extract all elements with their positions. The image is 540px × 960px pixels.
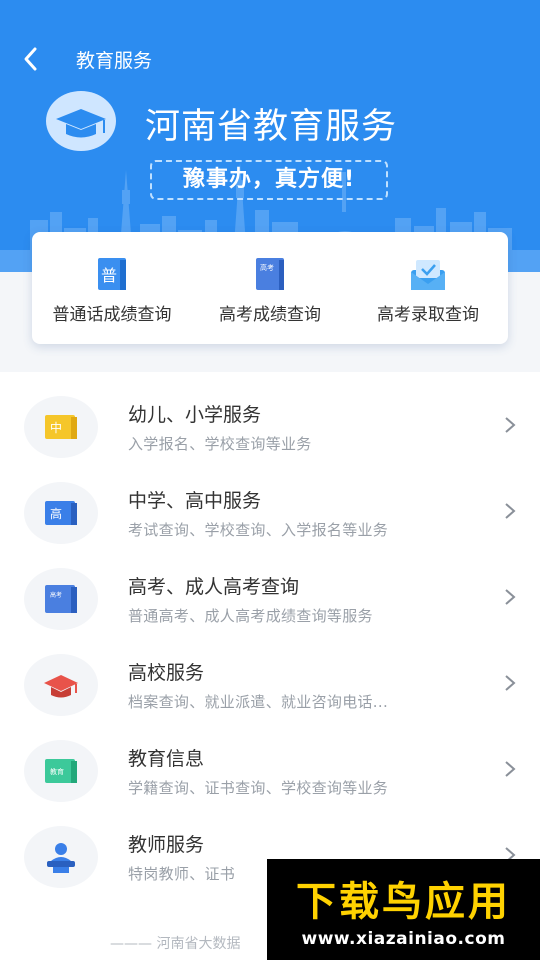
service-item-secondary[interactable]: 高 中学、高中服务 考试查询、学校查询、入学报名等业务 bbox=[0, 470, 540, 556]
watermark-overlay: 下载鸟应用 www.xiazainiao.com bbox=[267, 859, 540, 960]
service-title: 高考、成人高考查询 bbox=[128, 576, 300, 598]
chevron-right-icon bbox=[505, 761, 516, 777]
gaokao-glyph: 高考 bbox=[50, 591, 62, 599]
back-arrow-icon[interactable] bbox=[18, 44, 44, 74]
nav-title: 教育服务 bbox=[76, 50, 153, 72]
teacher-lectern-icon bbox=[47, 843, 75, 873]
service-title: 幼儿、小学服务 bbox=[128, 404, 262, 426]
education-logo bbox=[46, 91, 116, 151]
service-subtitle: 入学报名、学校查询等业务 bbox=[128, 435, 312, 453]
quick-actions-card: 普 普通话成绩查询 高考 高考成绩查询 高考录取查询 bbox=[32, 232, 508, 344]
service-subtitle: 考试查询、学校查询、入学报名等业务 bbox=[128, 521, 389, 539]
chevron-right-icon bbox=[505, 417, 516, 433]
slogan-badge: 豫事办，真方便! bbox=[150, 160, 388, 200]
service-subtitle: 档案查询、就业派遣、就业咨询电话... bbox=[128, 693, 389, 711]
footer-note: ——— 河南省大数据 bbox=[110, 936, 241, 952]
chevron-right-icon bbox=[505, 675, 516, 691]
service-subtitle: 学籍查询、证书查询、学校查询等业务 bbox=[128, 779, 389, 797]
watermark-url: www.xiazainiao.com bbox=[301, 929, 506, 949]
education-glyph: 教育 bbox=[50, 767, 64, 776]
primary-school-book-icon: 中 bbox=[45, 415, 77, 439]
service-item-university[interactable]: 高校服务 档案查询、就业派遣、就业咨询电话... bbox=[0, 642, 540, 728]
service-item-gaokao[interactable]: 高考 高考、成人高考查询 普通高考、成人高考成绩查询等服务 bbox=[0, 556, 540, 642]
service-subtitle: 特岗教师、证书 bbox=[128, 865, 236, 883]
admission-mail-icon bbox=[411, 260, 445, 290]
primary-school-glyph: 中 bbox=[50, 420, 62, 435]
chevron-right-icon bbox=[505, 503, 516, 519]
service-title: 中学、高中服务 bbox=[128, 490, 262, 512]
high-school-glyph: 高 bbox=[50, 506, 62, 521]
chevron-right-icon bbox=[505, 589, 516, 605]
quick-action-label: 高考成绩查询 bbox=[219, 305, 321, 325]
gaokao-book-icon: 高考 bbox=[45, 585, 77, 613]
education-book-icon: 教育 bbox=[45, 759, 77, 783]
service-subtitle: 普通高考、成人高考成绩查询等服务 bbox=[128, 607, 373, 625]
quick-action-gaokao-score[interactable]: 高考 高考成绩查询 bbox=[192, 232, 348, 344]
quick-action-label: 高考录取查询 bbox=[377, 305, 479, 325]
putonghua-book-icon: 普 bbox=[98, 258, 126, 290]
putonghua-glyph: 普 bbox=[101, 266, 117, 285]
quick-action-label: 普通话成绩查询 bbox=[52, 305, 172, 325]
gaokao-book-icon: 高考 bbox=[256, 258, 284, 290]
service-item-education-info[interactable]: 教育 教育信息 学籍查询、证书查询、学校查询等业务 bbox=[0, 728, 540, 814]
quick-action-putonghua[interactable]: 普 普通话成绩查询 bbox=[32, 232, 192, 344]
service-title: 高校服务 bbox=[128, 662, 205, 684]
graduation-cap-icon bbox=[44, 675, 78, 698]
service-title: 教育信息 bbox=[128, 748, 205, 770]
service-item-primary[interactable]: 中 幼儿、小学服务 入学报名、学校查询等业务 bbox=[0, 384, 540, 470]
watermark-title: 下载鸟应用 bbox=[296, 879, 511, 925]
quick-action-admission[interactable]: 高考录取查询 bbox=[348, 232, 508, 344]
graduation-cap-icon bbox=[56, 109, 106, 138]
service-title: 教师服务 bbox=[128, 834, 205, 856]
gaokao-glyph: 高考 bbox=[260, 263, 274, 272]
hero-title: 河南省教育服务 bbox=[145, 107, 398, 147]
high-school-book-icon: 高 bbox=[45, 501, 77, 525]
